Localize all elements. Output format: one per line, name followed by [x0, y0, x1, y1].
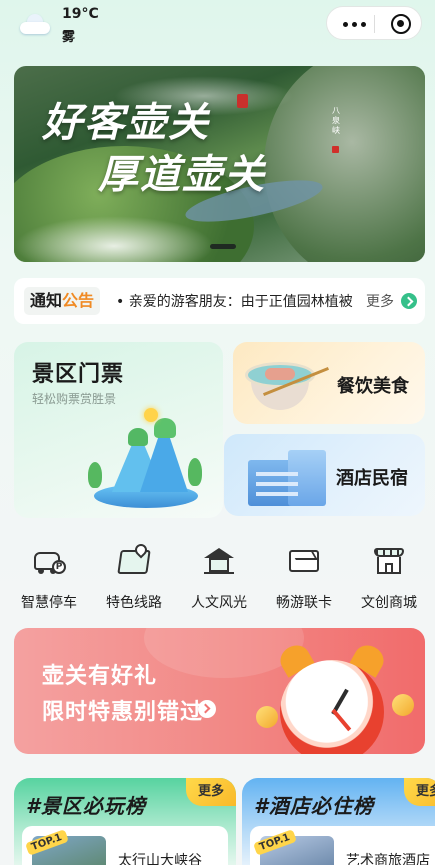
service-grid: P 智慧停车 特色线路 人文风光 畅游联卡 文创商城: [0, 540, 435, 614]
notice-badge-part2: 公告: [62, 291, 95, 310]
hotel-ranking-card[interactable]: #酒店必住榜 更多 TOP.1 艺术商旅酒店: [242, 778, 435, 865]
card-envelope-icon: [287, 544, 321, 578]
hotel-ranking-item[interactable]: TOP.1 艺术商旅酒店: [250, 826, 435, 865]
scenic-tickets-card[interactable]: 景区门票 轻松购票赏胜景: [14, 342, 223, 518]
banner-slogan-2: 厚道壶关: [98, 151, 266, 198]
banner-tag: 八泉峡: [332, 106, 340, 135]
building-icon: [238, 444, 330, 510]
weather-widget[interactable]: 19°C 雾: [16, 4, 136, 48]
more-dots-icon[interactable]: [343, 17, 367, 31]
notice-badge: 通知公告: [24, 287, 101, 315]
hotel-ranking-title: #酒店必住榜: [254, 794, 374, 818]
top-bar: 19°C 雾: [0, 0, 435, 54]
cloud-icon: [18, 10, 52, 36]
scenic-more-button[interactable]: 更多: [186, 778, 236, 806]
promo-banner[interactable]: 壶关有好礼 限时特惠别错过: [14, 628, 425, 754]
pavilion-icon: [202, 544, 236, 578]
tickets-subtitle: 轻松购票赏胜景: [32, 392, 117, 406]
scenic-ranking-item[interactable]: TOP.1 太行山大峡谷: [22, 826, 228, 865]
grid-label: 人文风光: [191, 595, 247, 611]
tag-seal-icon: [332, 146, 339, 153]
promo-subtitle: 限时特惠别错过: [42, 700, 204, 725]
grid-label: 畅游联卡: [276, 595, 332, 611]
route-map-icon: [117, 541, 151, 578]
hotel-label: 酒店民宿: [336, 468, 408, 489]
grid-item-pass-card[interactable]: 畅游联卡: [261, 540, 347, 614]
grid-item-shop[interactable]: 文创商城: [346, 540, 432, 614]
hero-banner[interactable]: 好客壶关 厚道壶关 八泉峡: [14, 66, 425, 262]
chevron-right-icon[interactable]: [401, 293, 417, 309]
notice-bar[interactable]: 通知公告 • 亲爱的游客朋友：由于正值园林植被 更多: [14, 278, 425, 324]
hotel-card[interactable]: 酒店民宿: [224, 434, 425, 516]
carousel-indicator[interactable]: [210, 244, 236, 249]
scenic-ranking-card[interactable]: #景区必玩榜 更多 TOP.1 太行山大峡谷: [14, 778, 236, 865]
coin-icon: [256, 706, 278, 728]
coin-icon: [392, 694, 414, 716]
tickets-title: 景区门票: [32, 362, 125, 387]
banner-slogan-1: 好客壶关: [42, 99, 210, 146]
grid-item-parking[interactable]: P 智慧停车: [6, 540, 92, 614]
shop-icon: [372, 544, 406, 578]
grid-label: 特色线路: [106, 595, 162, 611]
weather-condition: 雾: [62, 30, 76, 45]
temperature: 19°C: [62, 6, 99, 22]
notice-badge-part1: 通知: [30, 291, 63, 310]
grid-label: 文创商城: [361, 595, 417, 611]
noodle-bowl-icon: [243, 356, 330, 416]
promo-title: 壶关有好礼: [42, 664, 158, 689]
scenic-item-name: 太行山大峡谷: [118, 853, 202, 865]
capsule-divider: [374, 15, 375, 33]
hotel-item-name: 艺术商旅酒店: [346, 853, 430, 865]
hotel-more-button[interactable]: 更多: [404, 778, 435, 806]
food-card[interactable]: 餐饮美食: [233, 342, 425, 424]
food-label: 餐饮美食: [337, 376, 409, 397]
parking-car-icon: P: [32, 544, 66, 578]
mini-program-capsule: [326, 6, 422, 40]
notice-more-link[interactable]: 更多: [366, 291, 394, 311]
red-seal-icon: [237, 94, 248, 108]
grid-item-routes[interactable]: 特色线路: [91, 540, 177, 614]
scenic-ranking-title: #景区必玩榜: [26, 794, 146, 818]
grid-item-culture[interactable]: 人文风光: [176, 540, 262, 614]
close-target-icon[interactable]: [391, 14, 411, 34]
notice-text[interactable]: • 亲爱的游客朋友：由于正值园林植被: [116, 291, 356, 311]
chevron-right-icon[interactable]: [198, 700, 216, 718]
alarm-clock-icon: [275, 640, 394, 754]
grid-label: 智慧停车: [21, 595, 77, 611]
mountain-illustration-icon: [88, 408, 206, 512]
